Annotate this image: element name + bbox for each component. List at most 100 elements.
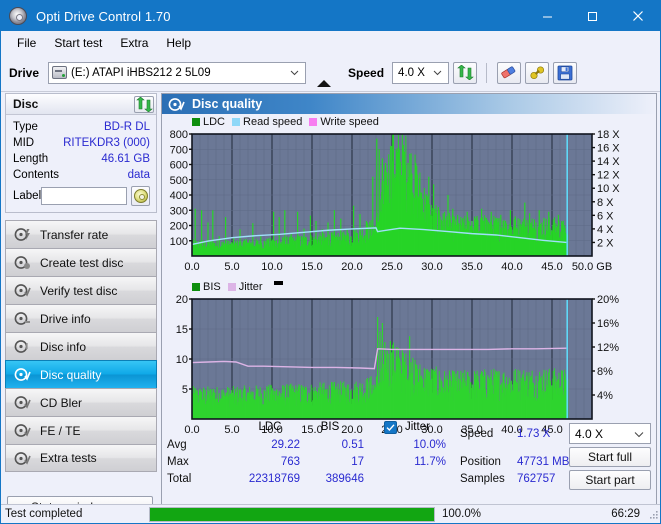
- svg-text:14 X: 14 X: [597, 156, 620, 168]
- app-disc-icon: [9, 7, 27, 25]
- svg-text:20.0: 20.0: [341, 261, 362, 273]
- svg-text:2 X: 2 X: [597, 237, 614, 249]
- left-pane: Disc Type BD-R DL MID RITEKDR3 (000) Len…: [1, 92, 161, 523]
- progress-bar: [149, 506, 435, 522]
- sidebar-item-disc-info[interactable]: Disc info: [5, 332, 157, 360]
- menu-help[interactable]: Help: [157, 34, 200, 52]
- svg-text:20: 20: [176, 294, 188, 306]
- svg-text:50.0 GB: 50.0 GB: [572, 261, 612, 273]
- disc-key-contents: Contents: [13, 169, 60, 181]
- bis-chart-legend: BIS Jitter: [162, 280, 656, 293]
- svg-text:5: 5: [182, 384, 188, 396]
- stats-value-position: 47731 MB: [517, 456, 570, 468]
- sidebar-item-extra-tests[interactable]: Extra tests: [5, 444, 157, 472]
- disc-properties: Type BD-R DL MID RITEKDR3 (000) Length 4…: [6, 115, 156, 212]
- tools-button[interactable]: [525, 61, 550, 84]
- legend-swatch-jitter: [227, 282, 236, 291]
- stats-total-ldc: 22318769: [248, 473, 300, 485]
- disc-key-length: Length: [13, 153, 49, 165]
- menu-bar: File Start test Extra Help: [1, 31, 660, 54]
- stats-value-samples: 762757: [517, 473, 556, 485]
- menu-extra[interactable]: Extra: [111, 34, 157, 52]
- svg-text:15.0: 15.0: [301, 261, 322, 273]
- drive-select[interactable]: (E:) ATAPI iHBS212 2 5L09: [48, 61, 307, 84]
- sidebar-item-cd-bler[interactable]: CD Bler: [5, 388, 157, 416]
- window-title: Opti Drive Control 1.70: [36, 8, 171, 24]
- stats-label-position: Position: [460, 456, 501, 468]
- erase-button[interactable]: [497, 61, 522, 84]
- save-button[interactable]: [553, 61, 578, 84]
- disc-value-type: BD-R DL: [103, 121, 150, 133]
- drive-label: Drive: [9, 65, 40, 80]
- toolbar-divider: [486, 62, 488, 83]
- sidebar-item-drive-info[interactable]: Drive info: [5, 304, 157, 332]
- svg-text:600: 600: [170, 160, 188, 172]
- sidebar-item-transfer-rate[interactable]: Transfer rate: [5, 220, 157, 248]
- test-speed-select[interactable]: 4.0 X: [569, 423, 651, 444]
- stats-label-samples: Samples: [460, 473, 505, 485]
- start-part-button[interactable]: Start part: [569, 470, 651, 490]
- stats-avg-bis: 0.51: [341, 439, 364, 451]
- chevron-down-icon: [634, 429, 644, 438]
- close-icon[interactable]: [615, 1, 660, 31]
- sidebar-item-fe-te[interactable]: FE / TE: [5, 416, 157, 444]
- legend-swatch-ldc: [192, 117, 200, 126]
- disc-icon: [133, 189, 148, 203]
- svg-text:8 X: 8 X: [597, 197, 614, 209]
- sidebar-label: Drive info: [40, 311, 91, 326]
- start-full-button[interactable]: Start full: [569, 447, 651, 467]
- disc-test-icon: [14, 228, 30, 241]
- menu-file[interactable]: File: [8, 34, 45, 52]
- refresh-button[interactable]: [453, 61, 478, 84]
- disc-refresh-button[interactable]: [134, 95, 154, 113]
- stats-label-speed: Speed: [460, 428, 494, 440]
- stats-row-label-avg: Avg: [167, 439, 187, 451]
- svg-text:12 X: 12 X: [597, 170, 620, 182]
- svg-text:0.0: 0.0: [184, 261, 199, 273]
- svg-text:20%: 20%: [597, 294, 619, 306]
- progress-bar-fill: [150, 507, 434, 521]
- svg-text:700: 700: [170, 144, 188, 156]
- disc-label-button[interactable]: [131, 186, 150, 206]
- sidebar-nav: Transfer rate Create test disc Verify te…: [5, 220, 157, 472]
- disc-quality-icon: [168, 97, 185, 111]
- resize-grip-icon[interactable]: [648, 509, 659, 520]
- maximize-icon[interactable]: [570, 1, 615, 31]
- legend-label-bis: BIS: [203, 280, 221, 293]
- svg-text:10.0: 10.0: [261, 261, 282, 273]
- svg-text:30.0: 30.0: [421, 261, 442, 273]
- disc-key-label: Label: [13, 190, 42, 202]
- sidebar-item-verify-test-disc[interactable]: Verify test disc: [5, 276, 157, 304]
- disc-label-input[interactable]: [41, 187, 128, 205]
- ldc-chart[interactable]: 800 700 600 500 400 300 200 100 18 X 16 X 14 X 12 X…: [162, 128, 656, 278]
- sidebar-label: CD Bler: [40, 395, 83, 410]
- sidebar-label: Transfer rate: [40, 227, 109, 242]
- legend-swatch-write-speed: [309, 117, 318, 126]
- stats-panel: LDC BIS Jitter Avg Max Total 29.22 763 2…: [162, 419, 656, 490]
- disc-value-mid: RITEKDR3 (000): [63, 137, 150, 149]
- disc-value-contents: data: [127, 169, 150, 181]
- eject-icon: [316, 65, 332, 87]
- svg-text:800: 800: [170, 129, 188, 141]
- drive-icon: [52, 66, 68, 79]
- page-title: Disc quality: [192, 97, 263, 111]
- speed-select[interactable]: 4.0 X: [392, 61, 450, 84]
- menu-start-test[interactable]: Start test: [45, 34, 111, 52]
- title-bar: Opti Drive Control 1.70: [1, 1, 660, 31]
- svg-text:300: 300: [170, 205, 188, 217]
- sidebar-item-disc-quality[interactable]: Disc quality: [5, 360, 157, 388]
- disc-row-mid: MID RITEKDR3 (000): [13, 135, 150, 151]
- eject-button[interactable]: [312, 62, 336, 87]
- test-speed-value: 4.0 X: [575, 426, 604, 441]
- disc-quality-pane: Disc quality LDC Read speed Write speed …: [161, 93, 657, 523]
- minimize-icon[interactable]: [525, 1, 570, 31]
- sidebar-item-create-test-disc[interactable]: Create test disc: [5, 248, 157, 276]
- svg-text:4%: 4%: [597, 390, 613, 402]
- start-full-label: Start full: [587, 450, 632, 464]
- legend-swatch-bis: [192, 282, 200, 291]
- jitter-checkbox[interactable]: [384, 421, 397, 434]
- svg-text:16 X: 16 X: [597, 143, 620, 155]
- svg-text:40.0: 40.0: [501, 261, 522, 273]
- stats-header-ldc: LDC: [258, 421, 282, 433]
- disc-row-length: Length 46.61 GB: [13, 151, 150, 167]
